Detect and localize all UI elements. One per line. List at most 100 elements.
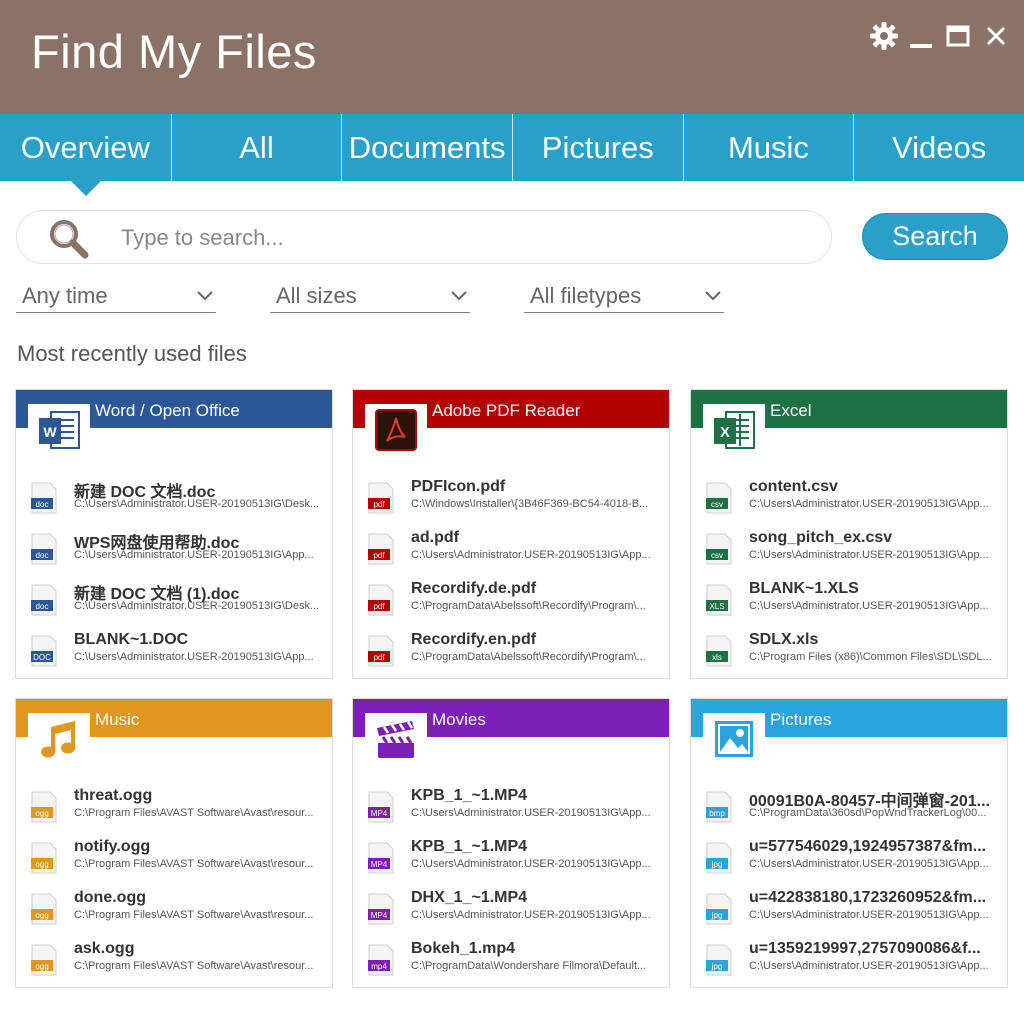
file-row[interactable]: mp4 Bokeh_1.mp4 C:\ProgramData\Wondersha… [353, 938, 669, 984]
pdf-file-icon: pdf [368, 482, 394, 514]
time-filter-value: Any time [22, 283, 108, 308]
file-ext-badge: jpg [711, 962, 723, 971]
file-path: C:\Users\Administrator.USER-20190513IG\A… [411, 909, 651, 921]
tab-all[interactable]: All [170, 114, 342, 181]
file-ext-badge: jpg [711, 911, 723, 920]
file-name: done.ogg [74, 889, 146, 906]
file-name: DHX_1_~1.MP4 [411, 889, 528, 906]
file-row[interactable]: DOC BLANK~1.DOC C:\Users\Administrator.U… [16, 629, 332, 675]
file-path: C:\Users\Administrator.USER-20190513IG\D… [74, 498, 320, 510]
tab-videos[interactable]: Videos [853, 114, 1024, 181]
card-icon-box[interactable] [365, 404, 427, 456]
size-filter-value: All sizes [276, 283, 357, 308]
file-row[interactable]: ogg done.ogg C:\Program Files\AVAST Soft… [16, 887, 332, 933]
minimize-icon [910, 44, 932, 48]
file-row[interactable]: ogg notify.ogg C:\Program Files\AVAST So… [16, 836, 332, 882]
file-path: C:\Users\Administrator.USER-20190513IG\A… [74, 651, 314, 663]
file-row[interactable]: MP4 DHX_1_~1.MP4 C:\Users\Administrator.… [353, 887, 669, 933]
file-row[interactable]: pdf PDFIcon.pdf C:\Windows\Installer\{3B… [353, 476, 669, 522]
tab-bar: Overview All Documents Pictures Music Vi… [0, 114, 1024, 181]
file-path: C:\ProgramData\360sd\PopWndTrackerLog\00… [749, 807, 987, 819]
card-icon-box[interactable]: X [703, 404, 765, 456]
audio-file-icon: ogg [31, 944, 57, 976]
search-box [16, 210, 832, 264]
file-path: C:\Users\Administrator.USER-20190513IG\A… [749, 549, 989, 561]
file-row[interactable]: doc WPS网盘使用帮助.doc C:\Users\Administrator… [16, 527, 332, 573]
card-title: Adobe PDF Reader [432, 401, 581, 420]
excel-files-card: X Excel csv content.csv C:\Users\Adminis… [690, 389, 1008, 679]
file-row[interactable]: MP4 KPB_1_~1.MP4 C:\Users\Administrator.… [353, 785, 669, 831]
file-ext-badge: pdf [373, 653, 385, 662]
file-row[interactable]: xls SDLX.xls C:\Program Files (x86)\Comm… [691, 629, 1007, 675]
file-row[interactable]: jpg u=422838180,1723260952&fm... C:\User… [691, 887, 1007, 933]
spreadsheet-file-icon: csv [706, 533, 732, 565]
search-input[interactable] [121, 221, 811, 255]
file-row[interactable]: MP4 KPB_1_~1.MP4 C:\Users\Administrator.… [353, 836, 669, 882]
card-icon-box[interactable] [28, 713, 90, 765]
file-row[interactable]: doc 新建 DOC 文档.doc C:\Users\Administrator… [16, 476, 332, 522]
file-name: u=1359219997,2757090086&f... [749, 940, 981, 957]
file-row[interactable]: ogg threat.ogg C:\Program Files\AVAST So… [16, 785, 332, 831]
file-name: PDFIcon.pdf [411, 478, 506, 495]
card-icon-box[interactable] [365, 713, 427, 765]
file-name: KPB_1_~1.MP4 [411, 838, 528, 855]
doc-file-icon: doc [31, 533, 57, 565]
search-button-label: Search [892, 221, 978, 251]
file-ext-badge: XLS [709, 602, 724, 611]
file-row[interactable]: csv content.csv C:\Users\Administrator.U… [691, 476, 1007, 522]
file-path: C:\Users\Administrator.USER-20190513IG\A… [749, 858, 989, 870]
movies-files-card: Movies MP4 KPB_1_~1.MP4 C:\Users\Adminis… [352, 698, 670, 988]
tab-overview[interactable]: Overview [0, 114, 171, 181]
file-ext-badge: pdf [373, 551, 385, 560]
file-row[interactable]: jpg u=1359219997,2757090086&f... C:\User… [691, 938, 1007, 984]
excel-icon: X [714, 411, 755, 449]
file-row[interactable]: XLS BLANK~1.XLS C:\Users\Administrator.U… [691, 578, 1007, 624]
tab-music[interactable]: Music [682, 114, 854, 181]
tab-documents[interactable]: Documents [341, 114, 512, 181]
card-icon-box[interactable] [703, 713, 765, 765]
file-row[interactable]: csv song_pitch_ex.csv C:\Users\Administr… [691, 527, 1007, 573]
file-ext-badge: csv [711, 500, 723, 509]
file-row[interactable]: pdf Recordify.en.pdf C:\ProgramData\Abel… [353, 629, 669, 675]
file-path: C:\Program Files\AVAST Software\Avast\re… [74, 858, 314, 870]
video-file-icon: mp4 [368, 944, 394, 976]
settings-button[interactable] [868, 20, 900, 52]
file-path: C:\ProgramData\Abelssoft\Recordify\Progr… [411, 651, 646, 663]
file-path: C:\Program Files (x86)\Common Files\SDL\… [749, 651, 992, 663]
image-file-icon: jpg [706, 842, 732, 874]
image-file-icon: bmp [706, 791, 732, 823]
pictures-files-card: Pictures bmp 00091B0A-80457-中间弹窗-201... … [690, 698, 1008, 988]
close-button[interactable] [980, 20, 1012, 52]
time-filter-dropdown[interactable]: Any time [16, 283, 216, 313]
maximize-button[interactable] [942, 20, 974, 52]
file-ext-badge: MP4 [371, 911, 388, 920]
file-ext-badge: MP4 [371, 860, 388, 869]
search-button[interactable]: Search [862, 213, 1008, 260]
file-row[interactable]: jpg u=577546029,1924957387&fm... C:\User… [691, 836, 1007, 882]
file-path: C:\Windows\Installer\{3B46F369-BC54-4018… [411, 498, 649, 510]
doc-file-icon: doc [31, 482, 57, 514]
minimize-button[interactable] [905, 20, 937, 52]
file-row[interactable]: bmp 00091B0A-80457-中间弹窗-201... C:\Progra… [691, 785, 1007, 831]
size-filter-dropdown[interactable]: All sizes [270, 283, 470, 313]
music-note-icon [41, 721, 75, 758]
file-ext-badge: csv [711, 551, 723, 560]
filetype-filter-dropdown[interactable]: All filetypes [524, 283, 724, 313]
file-row[interactable]: pdf Recordify.de.pdf C:\ProgramData\Abel… [353, 578, 669, 624]
music-files-card: Music ogg threat.ogg C:\Program Files\AV… [15, 698, 333, 988]
file-row[interactable]: ogg ask.ogg C:\Program Files\AVAST Softw… [16, 938, 332, 984]
card-icon-box[interactable]: W [28, 404, 90, 456]
filetype-filter-value: All filetypes [530, 283, 642, 308]
tab-label: Pictures [541, 129, 654, 165]
file-ext-badge: doc [36, 500, 49, 509]
video-file-icon: MP4 [368, 893, 394, 925]
svg-text:W: W [43, 424, 57, 440]
doc-file-icon: doc [31, 584, 57, 616]
picture-icon [715, 721, 753, 757]
clapperboard-icon [377, 721, 414, 758]
tab-label: Documents [348, 129, 506, 165]
card-title: Movies [432, 710, 486, 729]
file-row[interactable]: pdf ad.pdf C:\Users\Administrator.USER-2… [353, 527, 669, 573]
tab-pictures[interactable]: Pictures [511, 114, 683, 181]
file-row[interactable]: doc 新建 DOC 文档 (1).doc C:\Users\Administr… [16, 578, 332, 624]
